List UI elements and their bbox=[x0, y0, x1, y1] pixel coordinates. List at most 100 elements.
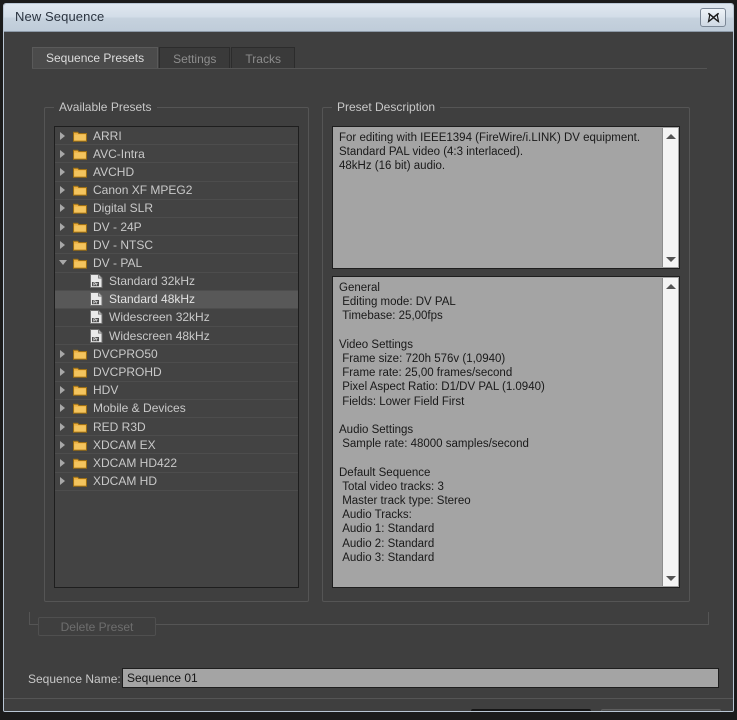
preset-description-group: Preset Description For editing with IEEE… bbox=[322, 100, 690, 602]
folder-icon bbox=[70, 184, 90, 196]
chevron-right-icon[interactable] bbox=[55, 477, 70, 486]
folder-icon bbox=[70, 130, 90, 142]
tree-item-xdcam-ex[interactable]: XDCAM EX bbox=[55, 436, 298, 455]
tab-settings[interactable]: Settings bbox=[159, 47, 231, 69]
svg-text:Pr: Pr bbox=[93, 336, 98, 341]
scroll-up-icon[interactable] bbox=[663, 279, 678, 293]
folder-icon bbox=[70, 257, 90, 269]
tab-sequence-presets[interactable]: Sequence Presets bbox=[32, 47, 159, 69]
chevron-right-icon[interactable] bbox=[55, 222, 70, 231]
details-scrollbar[interactable] bbox=[662, 278, 678, 586]
tree-item-mobile-devices[interactable]: Mobile & Devices bbox=[55, 400, 298, 418]
scroll-down-icon[interactable] bbox=[663, 252, 678, 266]
available-presets-group: Available Presets ARRI AVC-Intra AVCHD Cano… bbox=[44, 100, 309, 602]
tree-item-label: AVC-Intra bbox=[93, 146, 145, 161]
tree-item-hdv[interactable]: HDV bbox=[55, 382, 298, 400]
chevron-right-icon[interactable] bbox=[55, 186, 70, 195]
tab-tracks[interactable]: Tracks bbox=[231, 47, 295, 69]
tree-item-label: XDCAM HD bbox=[93, 474, 158, 489]
tree-item-arri[interactable]: ARRI bbox=[55, 127, 298, 146]
folder-icon bbox=[70, 202, 90, 215]
tree-item-label: ARRI bbox=[93, 128, 122, 143]
tree-item-label: Widescreen 48kHz bbox=[109, 328, 210, 343]
tree-item-standard-48khz[interactable]: Pr Standard 48kHz bbox=[55, 290, 298, 309]
tree-item-label: AVCHD bbox=[93, 164, 135, 179]
preset-tree[interactable]: ARRI AVC-Intra AVCHD Canon XF MPEG2 Digital … bbox=[54, 126, 299, 588]
preset-file-icon: Pr bbox=[86, 292, 106, 307]
tree-item-dv-pal[interactable]: DV - PAL bbox=[55, 254, 298, 273]
chevron-right-icon[interactable] bbox=[55, 458, 70, 467]
tree-item-xdcam-hd422[interactable]: XDCAM HD422 bbox=[55, 454, 298, 473]
tree-item-label: XDCAM EX bbox=[93, 437, 156, 452]
folder-icon bbox=[70, 457, 90, 469]
footer-divider bbox=[4, 698, 733, 699]
ok-button[interactable]: OK bbox=[471, 709, 591, 711]
chevron-down-icon[interactable] bbox=[55, 260, 70, 266]
tree-item-dvcprohd[interactable]: DVCPROHD bbox=[55, 363, 298, 382]
tree-item-label: Mobile & Devices bbox=[93, 401, 186, 416]
tab-strip: Sequence Presets Settings Tracks bbox=[32, 47, 296, 69]
chevron-right-icon[interactable] bbox=[55, 422, 70, 431]
tree-item-label: RED R3D bbox=[93, 419, 146, 434]
tree-item-label: Digital SLR bbox=[93, 201, 154, 216]
chevron-right-icon[interactable] bbox=[55, 240, 70, 249]
chevron-right-icon[interactable] bbox=[55, 149, 70, 158]
sequence-name-input[interactable] bbox=[122, 668, 719, 688]
tree-item-dv-24p[interactable]: DV - 24P bbox=[55, 218, 298, 237]
chevron-right-icon[interactable] bbox=[55, 204, 70, 213]
folder-icon bbox=[70, 366, 90, 378]
cancel-button[interactable]: Cancel bbox=[601, 709, 721, 711]
folder-icon bbox=[70, 421, 90, 433]
delete-preset-label: Delete Preset bbox=[60, 619, 134, 634]
tree-item-label: Canon XF MPEG2 bbox=[93, 183, 193, 198]
tree-item-label: DV - 24P bbox=[93, 219, 142, 234]
tree-item-label: Widescreen 32kHz bbox=[109, 310, 210, 325]
preset-description-summary: For editing with IEEE1394 (FireWire/i.LI… bbox=[339, 132, 641, 173]
close-icon[interactable] bbox=[700, 8, 726, 27]
tree-item-canon-xf-mpeg2[interactable]: Canon XF MPEG2 bbox=[55, 182, 298, 200]
chevron-right-icon[interactable] bbox=[55, 131, 70, 140]
scroll-up-icon[interactable] bbox=[663, 129, 678, 143]
summary-scrollbar[interactable] bbox=[662, 128, 678, 267]
tree-item-dv-ntsc[interactable]: DV - NTSC bbox=[55, 236, 298, 255]
tree-item-digital-slr[interactable]: Digital SLR bbox=[55, 200, 298, 218]
tree-item-avc-intra[interactable]: AVC-Intra bbox=[55, 145, 298, 164]
chevron-right-icon[interactable] bbox=[55, 386, 70, 395]
tree-item-dvcpro50[interactable]: DVCPRO50 bbox=[55, 345, 298, 364]
tree-item-label: HDV bbox=[93, 383, 119, 398]
tree-item-label: Standard 32kHz bbox=[109, 274, 196, 289]
preset-details-box: General Editing mode: DV PAL Timebase: 2… bbox=[332, 276, 680, 588]
preset-file-icon: Pr bbox=[86, 328, 106, 343]
preset-description-label: Preset Description bbox=[332, 100, 441, 114]
folder-icon bbox=[70, 439, 90, 451]
chevron-right-icon[interactable] bbox=[55, 440, 70, 449]
tab-sequence-presets-label: Sequence Presets bbox=[46, 51, 145, 65]
folder-icon bbox=[70, 475, 90, 487]
close-glyph bbox=[707, 12, 719, 23]
tree-item-label: DVCPROHD bbox=[93, 365, 162, 380]
tree-item-widescreen-48khz[interactable]: Pr Widescreen 48kHz bbox=[55, 327, 298, 346]
tree-item-standard-32khz[interactable]: Pr Standard 32kHz bbox=[55, 273, 298, 291]
svg-text:Pr: Pr bbox=[93, 318, 98, 323]
folder-icon bbox=[70, 384, 90, 397]
folder-icon bbox=[70, 148, 90, 160]
tree-item-label: DVCPRO50 bbox=[93, 346, 158, 361]
chevron-right-icon[interactable] bbox=[55, 349, 70, 358]
tree-item-xdcam-hd[interactable]: XDCAM HD bbox=[55, 473, 298, 491]
delete-preset-button[interactable]: Delete Preset bbox=[38, 617, 156, 636]
preset-details: General Editing mode: DV PAL Timebase: 2… bbox=[339, 282, 545, 564]
chevron-right-icon[interactable] bbox=[55, 404, 70, 413]
chevron-right-icon[interactable] bbox=[55, 368, 70, 377]
folder-icon bbox=[70, 402, 90, 415]
tree-item-widescreen-32khz[interactable]: Pr Widescreen 32kHz bbox=[55, 309, 298, 328]
scroll-down-icon[interactable] bbox=[663, 571, 678, 585]
chevron-right-icon[interactable] bbox=[55, 167, 70, 176]
tree-item-label: DV - PAL bbox=[93, 255, 143, 270]
sequence-name-label: Sequence Name: bbox=[28, 672, 121, 686]
window-title: New Sequence bbox=[15, 9, 105, 24]
title-bar: New Sequence bbox=[4, 4, 733, 32]
tree-item-label: Standard 48kHz bbox=[109, 292, 196, 307]
folder-icon bbox=[70, 348, 90, 360]
tree-item-red-r3d[interactable]: RED R3D bbox=[55, 418, 298, 437]
tree-item-avchd[interactable]: AVCHD bbox=[55, 163, 298, 182]
